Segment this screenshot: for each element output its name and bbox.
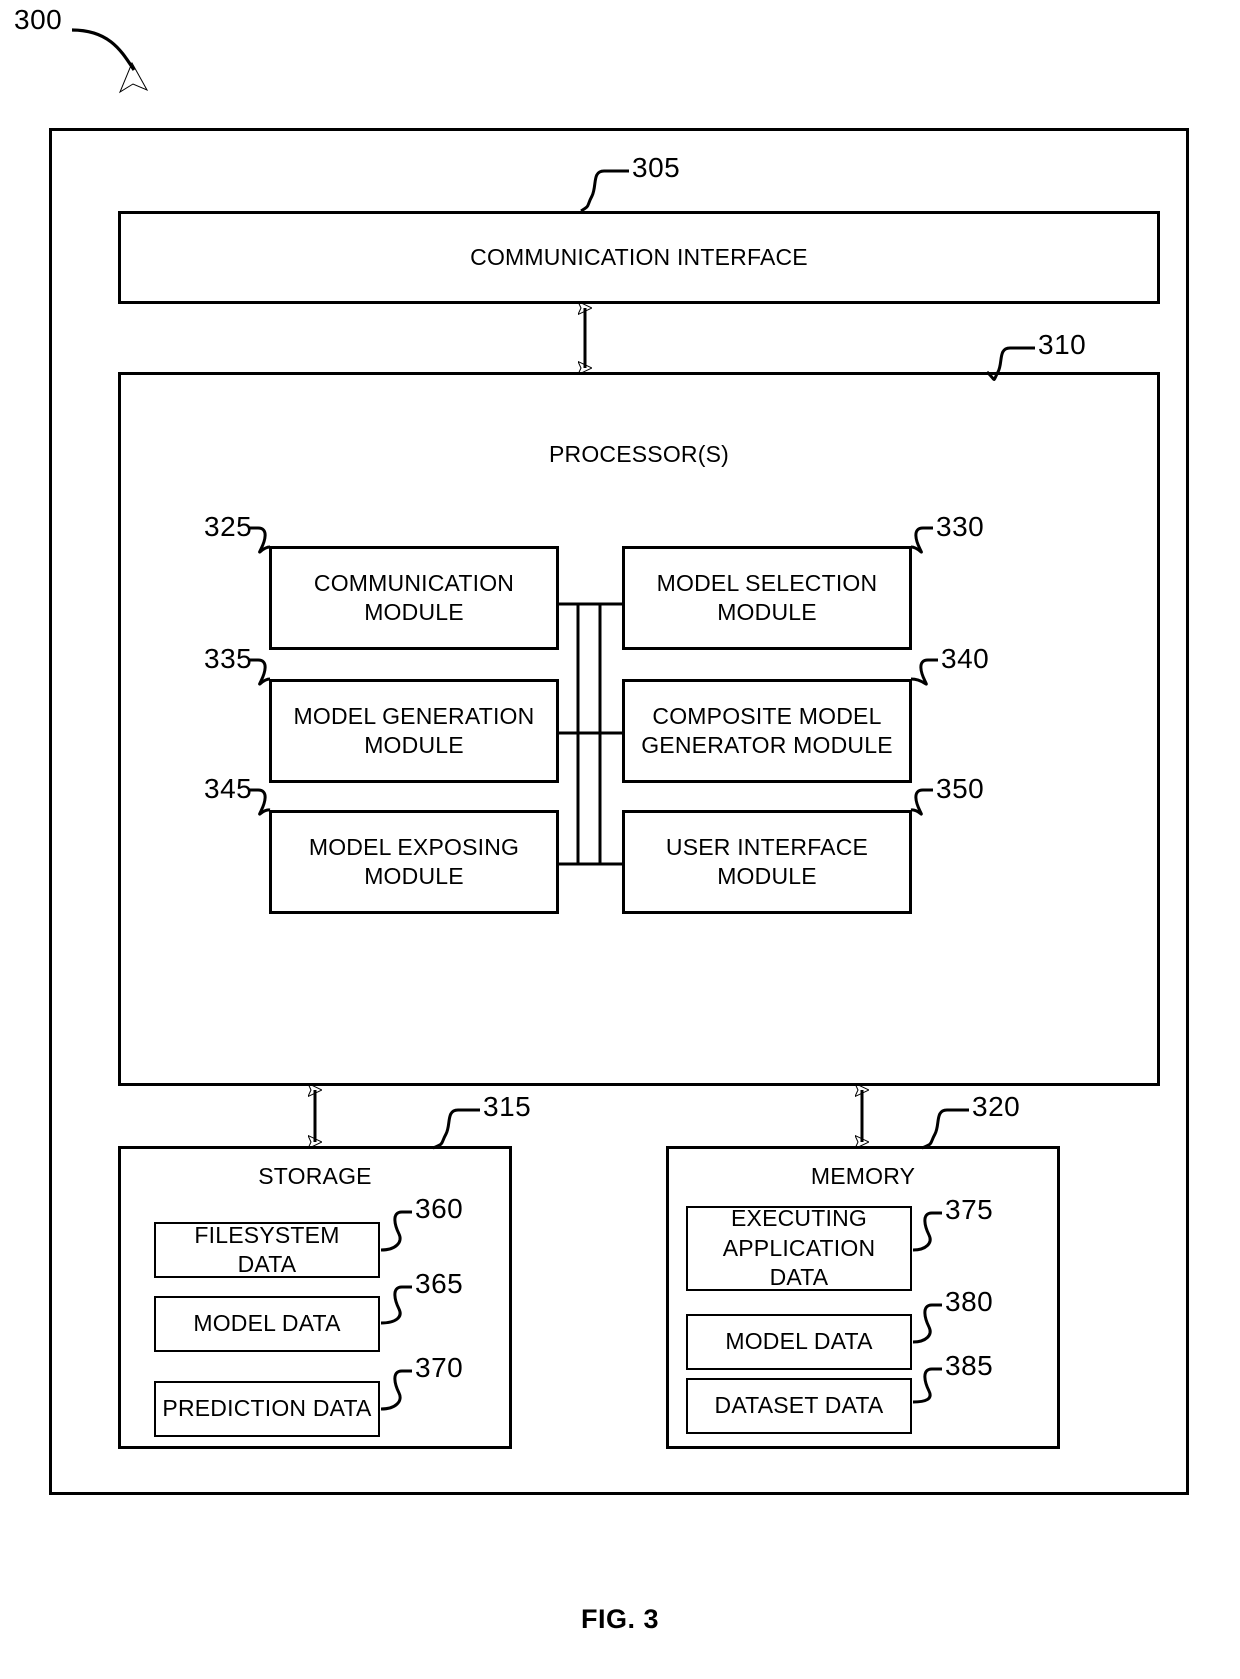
- storage-model-data-block: MODEL DATA: [154, 1296, 380, 1352]
- ref-360: 360: [415, 1193, 464, 1224]
- ref-335: 335: [204, 643, 253, 674]
- storage-label: STORAGE: [258, 1163, 372, 1189]
- ref-380: 380: [945, 1286, 994, 1317]
- executing-application-data-label: EXECUTING APPLICATION DATA: [722, 1205, 876, 1291]
- model-generation-module-block: MODEL GENERATION MODULE: [269, 679, 559, 783]
- leader-300: [71, 28, 149, 94]
- ref-345: 345: [204, 773, 253, 804]
- prediction-data-block: PREDICTION DATA: [154, 1381, 380, 1437]
- communication-module-block: COMMUNICATION MODULE: [269, 546, 559, 650]
- memory-model-data-block: MODEL DATA: [686, 1314, 912, 1370]
- memory-model-data-label: MODEL DATA: [725, 1328, 873, 1355]
- model-exposing-module-block: MODEL EXPOSING MODULE: [269, 810, 559, 914]
- communication-interface-block: COMMUNICATION INTERFACE: [118, 211, 1160, 304]
- processor-label: PROCESSOR(S): [548, 441, 730, 467]
- filesystem-data-block: FILESYSTEM DATA: [154, 1222, 380, 1278]
- ref-350: 350: [936, 773, 985, 804]
- model-generation-module-label: MODEL GENERATION MODULE: [293, 702, 535, 758]
- ref-300: 300: [14, 4, 63, 35]
- user-interface-module-label: USER INTERFACE MODULE: [665, 833, 869, 889]
- ref-310: 310: [1038, 329, 1087, 360]
- composite-model-generator-module-label: COMPOSITE MODEL GENERATOR MODULE: [641, 702, 893, 758]
- prediction-data-label: PREDICTION DATA: [162, 1395, 372, 1422]
- ref-375: 375: [945, 1194, 994, 1225]
- ref-370: 370: [415, 1352, 464, 1383]
- ref-305: 305: [632, 152, 681, 183]
- model-selection-module-label: MODEL SELECTION MODULE: [656, 569, 878, 625]
- ref-365: 365: [415, 1268, 464, 1299]
- figure-caption: FIG. 3: [580, 1604, 659, 1634]
- storage-model-data-label: MODEL DATA: [193, 1310, 341, 1337]
- composite-model-generator-module-block: COMPOSITE MODEL GENERATOR MODULE: [622, 679, 912, 783]
- ref-320: 320: [972, 1091, 1021, 1122]
- model-selection-module-block: MODEL SELECTION MODULE: [622, 546, 912, 650]
- executing-application-data-block: EXECUTING APPLICATION DATA: [686, 1205, 912, 1291]
- model-exposing-module-label: MODEL EXPOSING MODULE: [308, 833, 520, 889]
- ref-340: 340: [941, 643, 990, 674]
- dataset-data-label: DATASET DATA: [714, 1392, 884, 1419]
- ref-330: 330: [936, 511, 985, 542]
- ref-325: 325: [204, 511, 253, 542]
- ref-385: 385: [945, 1350, 994, 1381]
- user-interface-module-block: USER INTERFACE MODULE: [622, 810, 912, 914]
- communication-module-label: COMMUNICATION MODULE: [313, 569, 515, 625]
- ref-315: 315: [483, 1091, 532, 1122]
- figure-3-diagram: COMMUNICATION INTERFACE PROCESSOR(S) COM…: [0, 0, 1240, 1679]
- filesystem-data-label: FILESYSTEM DATA: [194, 1221, 340, 1277]
- dataset-data-block: DATASET DATA: [686, 1378, 912, 1434]
- memory-label: MEMORY: [810, 1163, 916, 1189]
- communication-interface-label: COMMUNICATION INTERFACE: [470, 243, 808, 270]
